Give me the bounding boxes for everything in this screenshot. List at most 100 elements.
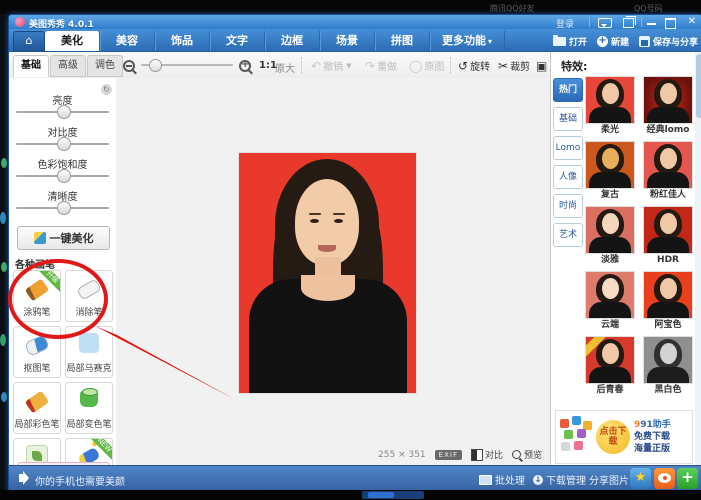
bucket-icon xyxy=(80,391,98,407)
undo-button: ↶撤销▼ xyxy=(311,58,351,73)
qzone-share-icon[interactable]: ★ xyxy=(630,468,651,489)
home-button[interactable]: ⌂ xyxy=(13,31,45,53)
close-button[interactable]: ✕ xyxy=(688,16,696,27)
fx-cat-basic[interactable]: 基础 xyxy=(553,107,583,131)
zoom-slider-thumb[interactable] xyxy=(149,59,162,72)
minimize-button[interactable] xyxy=(647,23,656,25)
brush-cutout[interactable]: 抠图笔 xyxy=(13,326,61,378)
fx-post-youth[interactable]: 后青春 xyxy=(585,336,635,397)
panel-tab-advanced[interactable]: 高级 xyxy=(50,55,86,77)
tab-beautify[interactable]: 美化 xyxy=(45,31,100,51)
divider xyxy=(301,57,302,73)
brush-local-color[interactable]: 局部彩色笔 xyxy=(13,382,61,434)
effect-thumbnail xyxy=(585,336,635,384)
exif-badge[interactable]: EXIF xyxy=(435,450,462,460)
preview-button[interactable]: 预览 xyxy=(512,448,542,461)
doodle-icon xyxy=(25,279,49,302)
promo-banner[interactable]: 点击下载 991助手 免费下载 海量正版 xyxy=(555,410,693,464)
new-button[interactable]: 新建 xyxy=(597,35,629,48)
add-share-icon[interactable]: + xyxy=(677,468,698,489)
feedback-icon[interactable] xyxy=(598,18,612,28)
tab-scene[interactable]: 场景 xyxy=(320,31,375,51)
monitor-icon xyxy=(479,475,492,485)
slider-thumb[interactable] xyxy=(57,201,71,215)
compare-button[interactable]: 对比 xyxy=(471,448,503,461)
brush-mosaic[interactable]: 局部马赛克 xyxy=(65,326,113,378)
fx-abao[interactable]: 阿宝色 xyxy=(643,271,693,332)
file-actions: 打开新建保存与分享 xyxy=(543,31,698,51)
fx-bw[interactable]: 黑白色 xyxy=(643,336,693,397)
redo-button: ↷重做 xyxy=(365,58,397,73)
fx-classic-lomo[interactable]: 经典lomo xyxy=(643,76,693,137)
fx-pink-lady[interactable]: 粉红佳人 xyxy=(643,141,693,202)
redo-icon: ↷ xyxy=(365,60,375,72)
desktop-blob xyxy=(0,334,6,346)
fx-cat-art[interactable]: 艺术 xyxy=(553,223,583,247)
effect-thumbnail xyxy=(643,76,693,124)
crop-button[interactable]: ✂裁剪 xyxy=(498,58,530,73)
tab-cosmesis[interactable]: 美容 xyxy=(100,31,155,51)
tab-accessory[interactable]: 饰品 xyxy=(155,31,210,51)
brushes-section-title: 各种画笔 xyxy=(15,256,55,271)
panel-tab-basic[interactable]: 基础 xyxy=(13,55,49,77)
title-bar[interactable]: 美图秀秀 4.0.1 登录 ✕ xyxy=(9,15,701,29)
contrast-slider: 对比度 xyxy=(9,124,116,156)
slider-thumb[interactable] xyxy=(57,169,71,183)
tab-frame[interactable]: 边框 xyxy=(265,31,320,51)
rotate-button[interactable]: ↺旋转 xyxy=(458,58,490,73)
divider xyxy=(641,17,642,27)
fx-cloud[interactable]: 云端 xyxy=(585,271,635,332)
zoom-in-icon[interactable] xyxy=(239,60,251,75)
fx-cat-portrait[interactable]: 人像 xyxy=(553,165,583,189)
maximize-button[interactable] xyxy=(665,18,676,29)
scrollbar-thumb[interactable] xyxy=(696,54,701,118)
batch-process-button[interactable]: 批处理 xyxy=(479,472,525,487)
fx-hdr[interactable]: HDR xyxy=(643,206,693,267)
share-image-button[interactable]: 分享图片 xyxy=(589,472,629,487)
brush-doodle[interactable]: 涂鸦笔升级 xyxy=(13,270,61,322)
mosaic-icon xyxy=(79,333,99,353)
panel-tab-tone[interactable]: 调色 xyxy=(87,55,123,77)
resize-icon: ▣ xyxy=(536,60,547,72)
tab-text[interactable]: 文字 xyxy=(210,31,265,51)
download-manager-button[interactable]: ↓下载管理 xyxy=(533,472,586,487)
tab-collage[interactable]: 拼图 xyxy=(375,31,430,51)
zoom-out-icon[interactable] xyxy=(123,60,135,75)
image-dimensions: 255 × 351 xyxy=(378,450,426,460)
open-button[interactable]: 打开 xyxy=(553,35,587,48)
zoom-original-label[interactable]: 原大 xyxy=(275,60,295,75)
save-share-button[interactable]: 保存与分享 xyxy=(639,35,698,48)
fx-cat-fashion[interactable]: 时尚 xyxy=(553,194,583,218)
image-canvas[interactable]: 255 × 351 EXIF 对比 预览 xyxy=(116,78,550,465)
click-download-button[interactable]: 点击下载 xyxy=(596,420,630,454)
new-icon xyxy=(597,36,608,47)
fx-retro[interactable]: 复古 xyxy=(585,141,635,202)
restore-layout-icon[interactable] xyxy=(623,18,634,28)
tab-more[interactable]: 更多功能▾ xyxy=(430,31,505,51)
app-icons-cluster xyxy=(556,415,596,459)
brush-recolor[interactable]: 局部变色笔 xyxy=(65,382,113,434)
clarity-slider: 清晰度 xyxy=(9,188,116,220)
weibo-share-icon[interactable] xyxy=(654,468,675,489)
phone-beauty-notice[interactable]: 你的手机也需要美颜 xyxy=(35,473,125,488)
slider-thumb[interactable] xyxy=(57,137,71,151)
effect-thumbnail xyxy=(585,141,635,189)
portrait-photo[interactable] xyxy=(239,153,416,393)
compare-icon xyxy=(471,449,483,461)
desktop-background-strip: 腾讯QQ好友 QQ号码 xyxy=(0,0,701,14)
slider-thumb[interactable] xyxy=(57,105,71,119)
fx-cat-lomo[interactable]: Lomo xyxy=(553,136,583,160)
one-click-beautify-button[interactable]: 一键美化 xyxy=(17,226,110,250)
effect-categories: 热门基础 Lomo 人像时尚艺术 xyxy=(553,78,583,252)
fx-elegant[interactable]: 淡雅 xyxy=(585,206,635,267)
background-window-text: QQ号码 xyxy=(634,3,663,14)
fx-cat-hot[interactable]: 热门 xyxy=(553,78,583,102)
magic-wand-icon xyxy=(34,232,46,244)
chevron-down-icon: ▼ xyxy=(346,62,351,70)
fx-soft-light[interactable]: 柔光 xyxy=(585,76,635,137)
desktop-blob xyxy=(1,262,7,272)
effect-thumbnail xyxy=(585,206,635,254)
brush-erase[interactable]: 消除笔 xyxy=(65,270,113,322)
speaker-icon xyxy=(19,474,24,482)
main-tab-bar: ⌂ 美化美容饰品文字边框场景拼图更多功能▾ 打开新建保存与分享 xyxy=(9,29,701,52)
